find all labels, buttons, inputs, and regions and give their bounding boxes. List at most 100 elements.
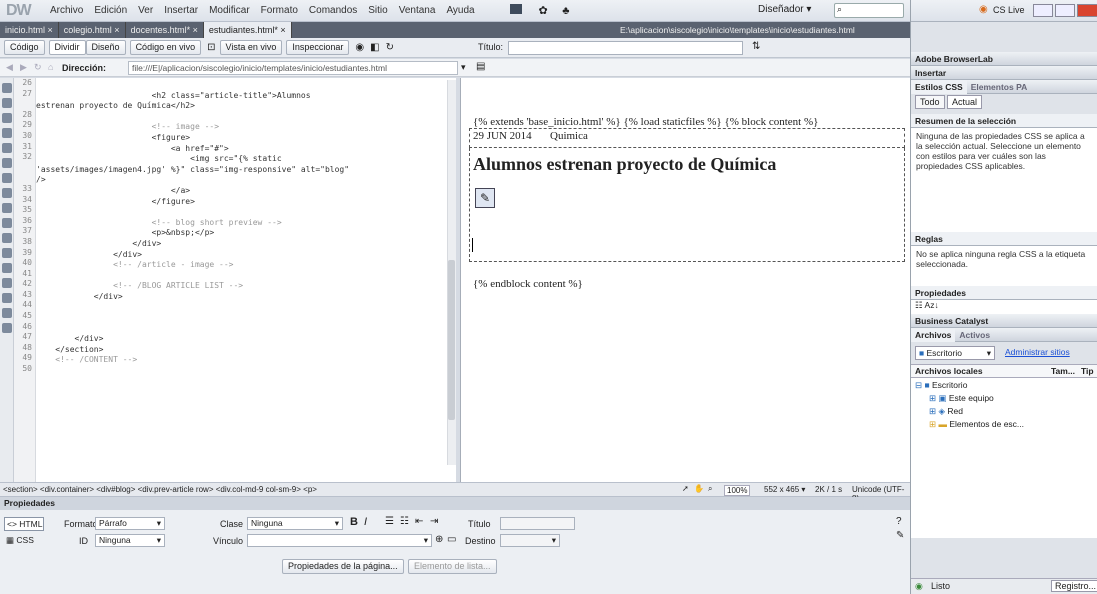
target-select[interactable]: ▾ [500, 534, 560, 547]
quick-tag-editor-icon[interactable]: ✎ [896, 530, 904, 541]
address-input[interactable]: file:///E|/aplicacion/siscolegio/inicio/… [128, 61, 458, 75]
format-source-icon[interactable] [1, 323, 12, 333]
select-tool-icon[interactable]: ➚ [682, 484, 689, 493]
menu-sitio[interactable]: Sitio [368, 5, 387, 16]
menu-archivo[interactable]: Archivo [50, 5, 83, 16]
insert-panel-header[interactable]: Insertar [911, 66, 1097, 80]
unordered-list-icon[interactable]: ☰ [385, 516, 394, 527]
menu-edicion[interactable]: Edición [94, 5, 127, 16]
reload-icon[interactable]: ↻ [34, 62, 42, 73]
manage-sites-link[interactable]: Administrar sitios [1005, 347, 1070, 357]
open-documents-icon[interactable] [1, 83, 12, 93]
live-view-button[interactable]: Vista en vivo [219, 40, 283, 55]
id-select[interactable]: Ninguna ▾ [95, 534, 165, 547]
tab-inicio[interactable]: inicio.html × [0, 22, 59, 38]
indent-text-icon[interactable]: ⇥ [430, 516, 438, 527]
design-view[interactable]: {% extends 'base_inicio.html' %} {% load… [460, 78, 910, 482]
hand-tool-icon[interactable]: ✋ [694, 484, 704, 493]
tab-ap-elements[interactable]: Elementos PA [967, 80, 1032, 94]
menu-ver[interactable]: Ver [138, 5, 153, 16]
outdent-icon[interactable] [1, 308, 12, 318]
cslive-button[interactable]: CS Live [993, 5, 1025, 15]
format-select[interactable]: Párrafo ▾ [95, 517, 165, 530]
tree-item[interactable]: ⊟ ■ Escritorio [911, 378, 1097, 391]
live-code-button[interactable]: Código en vivo [129, 40, 202, 55]
tab-assets[interactable]: Activos [955, 328, 994, 342]
layout-icon[interactable] [510, 4, 522, 14]
page-properties-button[interactable]: Propiedades de la página... [282, 559, 404, 574]
check-browser-icon[interactable]: ⊡ [207, 42, 215, 53]
collapse-tag-icon[interactable] [1, 98, 12, 108]
browserlab-panel-header[interactable]: Adobe BrowserLab [911, 52, 1097, 66]
refresh-icon[interactable]: ↻ [386, 42, 394, 53]
tab-estudiantes[interactable]: estudiantes.html* × [203, 22, 292, 38]
tab-files[interactable]: Archivos [911, 327, 956, 342]
css-mode-button[interactable]: ▦ CSS [4, 534, 44, 548]
category-view-icon[interactable]: ☷ [915, 300, 923, 310]
split-view-button[interactable]: Dividir [48, 40, 86, 55]
expand-all-icon[interactable] [1, 128, 12, 138]
properties-title[interactable]: Propiedades [0, 497, 910, 510]
remove-comment-icon[interactable] [1, 233, 12, 243]
title-prop-input[interactable] [500, 517, 575, 530]
visual-aids-icon[interactable]: ▤ [476, 61, 485, 72]
window-size[interactable]: 552 x 465 ▾ [764, 485, 805, 494]
preview-icon[interactable]: ◧ [370, 42, 379, 53]
point-to-file-icon[interactable]: ⊕ [435, 534, 443, 545]
select-parent-tag-icon[interactable] [1, 143, 12, 153]
help-icon[interactable]: ? [896, 516, 902, 527]
menu-formato[interactable]: Formato [261, 5, 298, 16]
list-item-button[interactable]: Elemento de lista... [408, 559, 497, 574]
article-block[interactable]: Alumnos estrenan proyecto de Química ✎ [469, 148, 905, 262]
inspect-button[interactable]: Inspeccionar [286, 40, 350, 55]
az-sort-icon[interactable]: Az↓ [925, 300, 939, 310]
workspace-switcher[interactable]: Diseñador ▾ [758, 4, 811, 15]
menu-comandos[interactable]: Comandos [309, 5, 357, 16]
code-editor[interactable]: <h2 class="article-title">Alumnos estren… [36, 78, 456, 482]
address-dropdown-icon[interactable]: ▾ [461, 62, 466, 73]
bold-button[interactable]: B [350, 516, 358, 528]
tree-item[interactable]: ⊞ ▣ Este equipo [911, 391, 1097, 404]
menu-insertar[interactable]: Insertar [164, 5, 198, 16]
col-size[interactable]: Tam... [1051, 366, 1081, 376]
site-select[interactable]: ■ Escritorio ▾ [915, 346, 995, 360]
file-management-icon[interactable]: ⇅ [752, 41, 760, 52]
code-view-button[interactable]: Código [4, 40, 45, 55]
tag-selector[interactable]: <section> <div.container> <div#blog> <di… [3, 485, 317, 494]
code-scrollbar-thumb[interactable] [448, 260, 455, 420]
collapse-selection-icon[interactable] [1, 113, 12, 123]
multiscreen-icon[interactable]: ◉ [355, 42, 364, 53]
cslive-icon[interactable]: ◉ [979, 4, 988, 15]
class-select[interactable]: Ninguna ▾ [247, 517, 343, 530]
col-type[interactable]: Tip [1081, 366, 1094, 376]
move-css-icon[interactable] [1, 278, 12, 288]
html-mode-button[interactable]: <> HTML [4, 517, 44, 531]
indent-icon[interactable] [1, 293, 12, 303]
current-button[interactable]: Actual [947, 95, 983, 109]
tab-css-styles[interactable]: Estilos CSS [911, 79, 967, 94]
highlight-invalid-icon[interactable] [1, 188, 12, 198]
menu-modificar[interactable]: Modificar [209, 5, 250, 16]
ordered-list-icon[interactable]: ☷ [400, 516, 409, 527]
all-button[interactable]: Todo [915, 95, 945, 109]
date-block[interactable]: 29 JUN 2014 Quimica [469, 128, 905, 148]
col-local-files[interactable]: Archivos locales [911, 366, 1051, 376]
line-numbers-icon[interactable] [1, 173, 12, 183]
maximize-button[interactable] [1055, 4, 1075, 17]
browse-folder-icon[interactable]: ▭ [447, 534, 456, 545]
recent-snippets-icon[interactable] [1, 263, 12, 273]
extend-icon[interactable]: ✿ [539, 5, 548, 17]
zoom-level[interactable]: 100% [724, 485, 751, 496]
wrap-tag-icon[interactable] [1, 248, 12, 258]
search-input[interactable]: ⌕ [834, 3, 904, 18]
italic-button[interactable]: I [364, 516, 367, 528]
home-icon[interactable]: ⌂ [48, 62, 53, 72]
business-catalyst-header[interactable]: Business Catalyst [911, 314, 1097, 328]
link-input[interactable]: ▾ [247, 534, 432, 547]
tree-item[interactable]: ⊞ ◈ Red [911, 404, 1097, 417]
menu-ventana[interactable]: Ventana [399, 5, 436, 16]
title-input[interactable] [508, 41, 743, 55]
forward-icon[interactable]: ▶ [20, 62, 27, 73]
tab-colegio[interactable]: colegio.html × [59, 22, 126, 38]
image-placeholder-icon[interactable]: ✎ [475, 188, 495, 208]
